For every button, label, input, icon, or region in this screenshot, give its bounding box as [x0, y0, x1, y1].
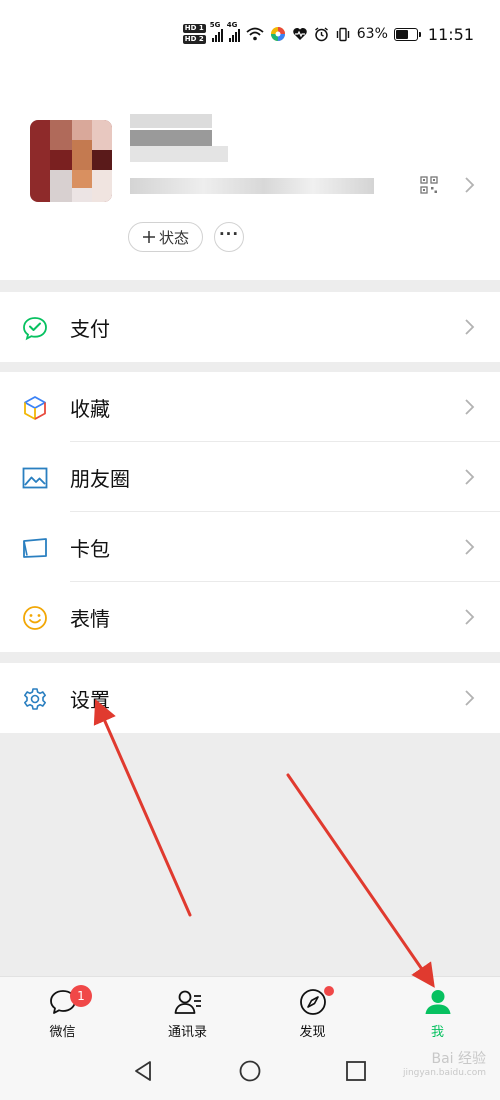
wechat-id-redacted [130, 178, 374, 194]
profile-card[interactable]: 状态 ··· [0, 76, 500, 280]
menu-label-settings: 设置 [70, 687, 110, 712]
unread-count-badge: 1 [70, 985, 92, 1007]
pay-icon [23, 317, 47, 341]
chevron-right-icon [465, 319, 475, 335]
menu-item-favorites[interactable]: 收藏 [0, 372, 500, 442]
menu-item-settings[interactable]: 设置 [0, 663, 500, 733]
gear-icon [24, 688, 46, 710]
favorites-cube-icon [24, 396, 46, 420]
back-triangle-icon[interactable] [132, 1060, 154, 1082]
annotation-arrow-me-tab [286, 773, 435, 988]
chevron-right-icon [465, 177, 475, 193]
chevron-right-icon [465, 690, 475, 706]
menu-item-pay[interactable]: 支付 [0, 292, 500, 362]
app-notification-icon [270, 27, 285, 41]
system-nav-bar: Bai 经验 jingyan.baidu.com [0, 1042, 500, 1100]
tab-me[interactable]: 我 [375, 977, 500, 1042]
menu-label-pay: 支付 [70, 316, 110, 341]
plus-icon [142, 231, 155, 243]
menu-group-settings: 设置 [0, 663, 500, 733]
tab-chats[interactable]: 1 微信 [0, 977, 125, 1042]
add-status-button[interactable]: 状态 [128, 222, 203, 252]
menu-label-favorites: 收藏 [70, 396, 110, 421]
battery-fill [395, 29, 409, 39]
health-heart-icon [293, 28, 307, 40]
chevron-right-icon [465, 539, 475, 555]
status-button-label: 状态 [158, 228, 189, 247]
signal-4g-icon: 4G [227, 21, 240, 42]
contacts-icon [174, 990, 201, 1014]
recents-square-icon[interactable] [345, 1060, 367, 1082]
card-wallet-icon [23, 538, 47, 558]
tab-contacts[interactable]: 通讯录 [125, 977, 250, 1042]
clock: 11:51 [427, 24, 474, 44]
tab-label-chats: 微信 [49, 1025, 76, 1040]
hd-badge-2: HD 2 [182, 35, 206, 44]
signal-5g-icon: 5G [210, 21, 223, 42]
new-content-dot [324, 986, 334, 996]
nickname-redacted [130, 146, 228, 162]
tab-label-me: 我 [430, 1025, 444, 1040]
battery-percent: 63% [356, 26, 388, 42]
more-status-button[interactable]: ··· [214, 222, 244, 252]
menu-item-moments[interactable]: 朋友圈 [0, 442, 500, 512]
chevron-right-icon [465, 609, 475, 625]
menu-label-stickers: 表情 [70, 606, 110, 631]
moments-image-icon [22, 467, 48, 489]
battery-icon [393, 27, 421, 41]
menu-label-moments: 朋友圈 [70, 466, 130, 491]
chevron-right-icon [465, 469, 475, 485]
alarm-icon [314, 26, 328, 41]
tab-label-contacts: 通讯录 [167, 1025, 207, 1040]
vibrate-icon [336, 27, 349, 41]
bottom-tab-bar: 1 微信 通讯录 发现 我 [0, 976, 500, 1042]
status-bar: HD 1 HD 2 5G 4G 63% 11:51 [0, 0, 500, 76]
nickname-redacted [130, 130, 212, 146]
tab-discover[interactable]: 发现 [250, 977, 375, 1042]
hd-badge-1: HD 1 [182, 24, 206, 33]
smiley-icon [23, 606, 47, 630]
nickname-redacted [130, 114, 212, 128]
compass-icon [299, 989, 326, 1015]
menu-group-main: 收藏 朋友圈 卡包 表情 [0, 372, 500, 652]
menu-item-stickers[interactable]: 表情 [0, 582, 500, 652]
menu-group-pay: 支付 [0, 292, 500, 362]
me-person-icon [425, 990, 450, 1014]
tab-label-discover: 发现 [299, 1025, 326, 1040]
home-circle-icon[interactable] [239, 1060, 261, 1082]
qr-code-icon[interactable] [420, 176, 438, 194]
hd-badges: HD 1 HD 2 [182, 24, 206, 44]
baidu-jingyan-watermark: Bai 经验 jingyan.baidu.com [402, 1051, 486, 1078]
annotation-arrow-settings [93, 699, 192, 917]
menu-item-cards[interactable]: 卡包 [0, 512, 500, 582]
chevron-right-icon [465, 399, 475, 415]
avatar[interactable] [30, 120, 112, 202]
wifi-icon [246, 27, 264, 41]
menu-label-cards: 卡包 [70, 536, 110, 561]
